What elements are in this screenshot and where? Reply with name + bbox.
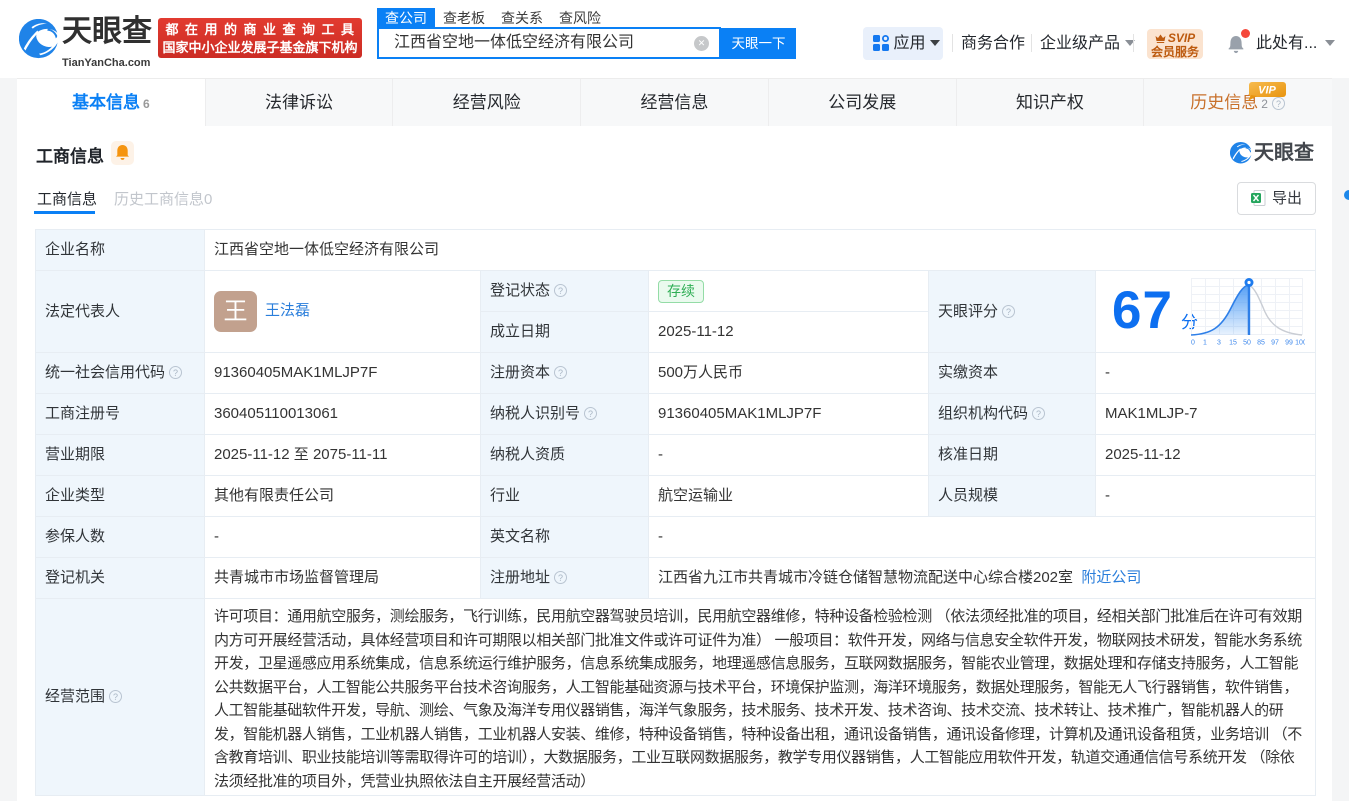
svg-text:15: 15 (1229, 340, 1237, 347)
svg-text:3: 3 (1217, 340, 1221, 347)
svg-text:99: 99 (1285, 340, 1293, 347)
svg-text:0: 0 (1191, 340, 1195, 347)
svg-text:97: 97 (1271, 340, 1279, 347)
svg-text:1: 1 (1203, 340, 1207, 347)
svg-text:85: 85 (1257, 340, 1265, 347)
svg-text:VIP: VIP (1258, 85, 1276, 97)
svg-text:50: 50 (1243, 340, 1251, 347)
svg-text:100: 100 (1295, 340, 1305, 347)
